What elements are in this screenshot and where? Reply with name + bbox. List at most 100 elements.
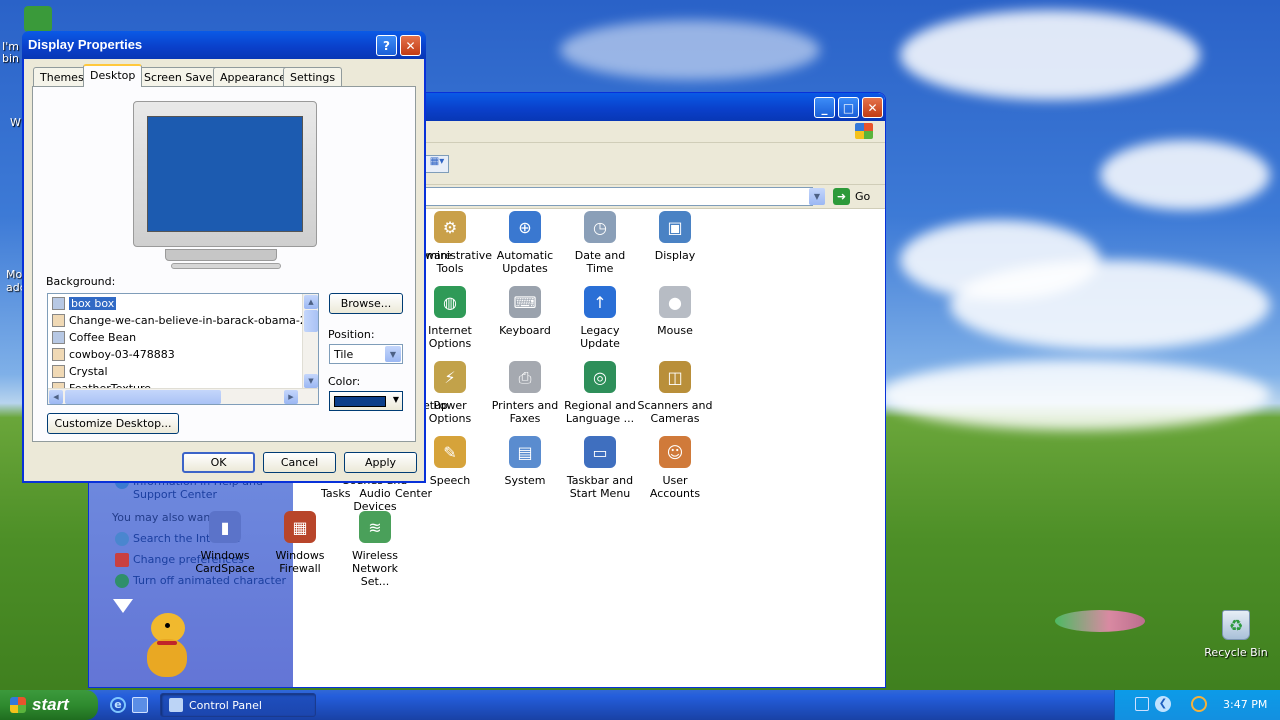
- background-list-item[interactable]: box box: [52, 295, 117, 312]
- taskbar-task-label: Control Panel: [189, 699, 262, 712]
- background-list-item[interactable]: Crystal: [52, 363, 108, 380]
- windows-flag-icon: [10, 697, 26, 713]
- background-list[interactable]: box box Change-we-can-believe-in-barack-o…: [47, 293, 319, 405]
- cp-item-automatic-updates[interactable]: ⊕ Automatic Updates: [487, 211, 563, 275]
- clock: 3:47 PM: [1223, 698, 1268, 711]
- dialog-title: Display Properties: [28, 37, 143, 52]
- display-properties-dialog[interactable]: Display Properties ? ✕ Themes Desktop Sc…: [22, 31, 426, 483]
- customize-desktop-button[interactable]: Customize Desktop...: [47, 413, 179, 434]
- color-swatch: [334, 396, 386, 407]
- desktop-label-partial-4: Mo: [6, 268, 23, 281]
- cp-item-wireless-network[interactable]: ≋ Wireless Network Set...: [337, 511, 413, 588]
- image-file-icon: [52, 348, 65, 361]
- cp-item-printers-faxes[interactable]: ⎙ Printers and Faxes: [487, 361, 563, 425]
- monitor-preview: [133, 101, 317, 247]
- color-picker-button[interactable]: ▼: [329, 391, 403, 411]
- list-horizontal-scrollbar[interactable]: ◀ ▶: [48, 388, 318, 404]
- list-vertical-scrollbar[interactable]: ▲ ▼: [302, 294, 318, 389]
- cp-item-mouse[interactable]: ● Mouse: [637, 286, 713, 337]
- background-item-label: cowboy-03-478883: [69, 348, 175, 361]
- desktop-icon-partial[interactable]: [24, 6, 52, 32]
- browse-button[interactable]: Browse...: [329, 293, 403, 314]
- minimize-button[interactable]: _: [814, 97, 835, 118]
- search-tray-icon[interactable]: [1191, 696, 1207, 712]
- background-item-label: box box: [69, 297, 117, 310]
- internet-explorer-icon[interactable]: e: [110, 697, 126, 713]
- close-button[interactable]: ✕: [862, 97, 883, 118]
- system-tray: ❮ 3:47 PM: [1114, 690, 1280, 720]
- cp-item-windows-cardspace[interactable]: ▮ Windows CardSpace: [187, 511, 263, 575]
- position-select[interactable]: Tile ▼: [329, 344, 403, 364]
- cp-item-label: System: [504, 474, 546, 487]
- recycle-bin-icon[interactable]: ♻: [1222, 610, 1250, 640]
- cp-item-label: Scanners and Cameras: [637, 399, 713, 425]
- printers-faxes-icon: ⎙: [509, 361, 541, 393]
- cp-item-keyboard[interactable]: ⌨ Keyboard: [487, 286, 563, 337]
- tab-desktop[interactable]: Desktop: [83, 64, 143, 87]
- show-desktop-icon[interactable]: [132, 697, 148, 713]
- cp-item-label: Keyboard: [499, 324, 551, 337]
- desktop-fish-image: [1055, 610, 1145, 632]
- background-list-item[interactable]: Change-we-can-believe-in-barack-obama-27…: [52, 312, 319, 329]
- start-button[interactable]: start: [0, 690, 98, 720]
- help-button[interactable]: ?: [376, 35, 397, 56]
- cp-item-scanners-cameras[interactable]: ◫ Scanners and Cameras: [637, 361, 713, 425]
- cp-item-windows-firewall[interactable]: ▦ Windows Firewall: [262, 511, 338, 575]
- cp-item-regional-language[interactable]: ◎ Regional and Language ...: [562, 361, 638, 425]
- internet-options-icon: ◍: [434, 286, 466, 318]
- cp-item-system[interactable]: ▤ System: [487, 436, 563, 487]
- cp-item-label: Windows CardSpace: [195, 549, 255, 575]
- display-icon: ▣: [659, 211, 691, 243]
- go-arrow-icon[interactable]: ➜: [833, 188, 850, 205]
- dialog-close-button[interactable]: ✕: [400, 35, 421, 56]
- cp-item-label: Wireless Network Set...: [351, 549, 399, 588]
- cp-item-date-time[interactable]: ◷ Date and Time: [562, 211, 638, 275]
- color-label: Color:: [328, 375, 361, 388]
- network-icon[interactable]: [1135, 697, 1149, 711]
- image-file-icon: [52, 297, 65, 310]
- search-companion-dog-icon[interactable]: [141, 613, 197, 681]
- legacy-update-icon: ↑: [584, 286, 616, 318]
- recycle-bin-label[interactable]: Recycle Bin: [1204, 646, 1268, 659]
- link-turn-off-animated-character[interactable]: Turn off animated character: [133, 574, 286, 587]
- background-item-label: Change-we-can-believe-in-barack-obama-27…: [69, 314, 319, 327]
- taskbar-task-control-panel[interactable]: Control Panel: [160, 693, 316, 717]
- background-item-label: Crystal: [69, 365, 108, 378]
- image-file-icon: [52, 365, 65, 378]
- power-options-icon: ⚡: [434, 361, 466, 393]
- tab-screen-saver[interactable]: Screen Saver: [137, 67, 224, 86]
- chevron-down-icon[interactable]: ▼: [385, 346, 401, 362]
- keyboard-icon: ⌨: [509, 286, 541, 318]
- start-label: start: [32, 695, 69, 714]
- cp-item-legacy-update[interactable]: ↑ Legacy Update: [562, 286, 638, 350]
- ok-button[interactable]: OK: [182, 452, 255, 473]
- go-button-label[interactable]: Go: [855, 190, 870, 203]
- preferences-icon: [115, 553, 129, 567]
- address-dropdown-button[interactable]: ▼: [809, 188, 825, 205]
- tab-appearance[interactable]: Appearance: [213, 67, 294, 86]
- position-label: Position:: [328, 328, 375, 341]
- views-button[interactable]: ▦▾: [425, 155, 449, 173]
- administrative-tools-icon: ⚙: [434, 211, 466, 243]
- monitor-screen: [147, 116, 303, 232]
- search-globe-icon: [115, 532, 129, 546]
- maximize-button[interactable]: □: [838, 97, 859, 118]
- tab-settings[interactable]: Settings: [283, 67, 343, 86]
- speech-icon: ✎: [434, 436, 466, 468]
- regional-language-icon: ◎: [584, 361, 616, 393]
- cancel-button[interactable]: Cancel: [263, 452, 336, 473]
- back-arrow-icon[interactable]: ❮: [1155, 696, 1171, 712]
- cp-item-label: Mouse: [657, 324, 693, 337]
- background-list-item[interactable]: Coffee Bean: [52, 329, 136, 346]
- color-dropdown-arrow-icon[interactable]: ▼: [393, 395, 399, 404]
- display-properties-titlebar[interactable]: Display Properties ? ✕: [22, 31, 426, 59]
- cp-item-taskbar-start-menu[interactable]: ▭ Taskbar and Start Menu: [562, 436, 638, 500]
- windows-cardspace-icon: ▮: [209, 511, 241, 543]
- animated-character-icon: [115, 574, 129, 588]
- cp-item-label: Display: [654, 249, 696, 262]
- cp-item-display[interactable]: ▣ Display: [637, 211, 713, 262]
- monitor-base: [171, 263, 281, 269]
- cp-item-user-accounts[interactable]: ☺ User Accounts: [637, 436, 713, 500]
- image-file-icon: [52, 331, 65, 344]
- apply-button[interactable]: Apply: [344, 452, 417, 473]
